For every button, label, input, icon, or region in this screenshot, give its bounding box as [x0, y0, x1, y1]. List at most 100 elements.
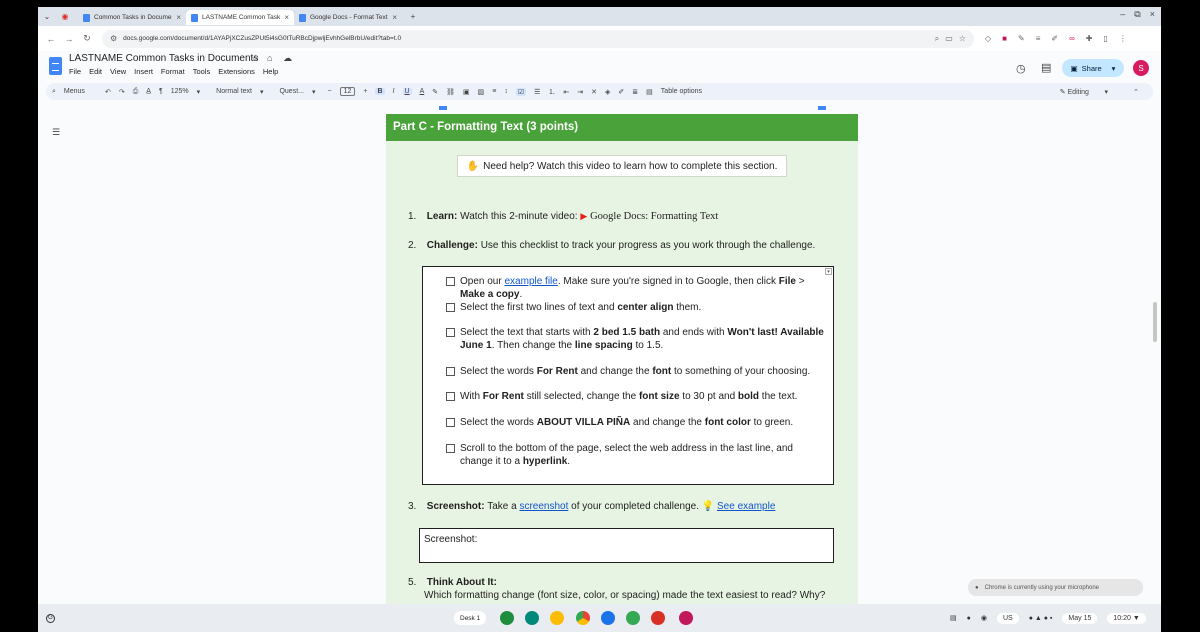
increase-indent-icon[interactable]: ⇥: [577, 88, 583, 96]
insert-image-icon[interactable]: ▨: [478, 88, 485, 96]
table-scroll-icon[interactable]: ▾: [825, 268, 832, 275]
redo-icon[interactable]: ↷: [119, 88, 125, 96]
add-comment-icon[interactable]: ▣: [463, 88, 470, 96]
undo-icon[interactable]: ↶: [105, 88, 111, 96]
underline-button[interactable]: U: [402, 88, 412, 95]
decrease-indent-icon[interactable]: ⇤: [563, 88, 569, 96]
menu-edit[interactable]: Edit: [89, 67, 102, 76]
numbered-list-icon[interactable]: ⒈: [548, 87, 555, 97]
document-page[interactable]: Part C - Formatting Text (3 points) ✋ Ne…: [386, 114, 858, 632]
launcher-icon[interactable]: G: [46, 613, 55, 623]
decrease-font-icon[interactable]: −: [328, 88, 332, 95]
play-store-icon[interactable]: [626, 611, 640, 625]
status-icons[interactable]: ● ▲ ● ▪: [1029, 615, 1053, 622]
extension-pen-icon[interactable]: ✎: [1018, 34, 1025, 43]
back-icon[interactable]: ←: [42, 34, 60, 44]
url-text[interactable]: docs.google.com/document/d/1AYAPjXCZusZP…: [123, 35, 929, 42]
document-title[interactable]: LASTNAME Common Tasks in Documents: [69, 53, 258, 64]
collapse-toolbar-icon[interactable]: ⌃: [1133, 88, 1139, 96]
table-options-button[interactable]: Table options: [661, 88, 702, 95]
bulleted-list-icon[interactable]: ☰: [534, 88, 540, 96]
border-dash-icon[interactable]: ▤: [646, 88, 653, 96]
extension-notes-icon[interactable]: ≡: [1036, 34, 1041, 43]
chevron-down-icon[interactable]: ▾: [312, 88, 316, 96]
close-window-icon[interactable]: ×: [1150, 9, 1155, 20]
avatar[interactable]: S: [1133, 60, 1149, 76]
checkbox[interactable]: [446, 303, 455, 312]
zoom-icon[interactable]: ⌕: [935, 34, 939, 44]
extension-link-icon[interactable]: ∞: [1069, 34, 1075, 43]
time-label[interactable]: 10:20 ▼: [1107, 612, 1146, 624]
checkbox[interactable]: [446, 418, 455, 427]
phone-app-icon[interactable]: [500, 611, 514, 625]
extension-shield-icon[interactable]: ◇: [985, 34, 991, 43]
menu-insert[interactable]: Insert: [134, 67, 153, 76]
video-chip[interactable]: Google Docs: Formatting Text: [590, 211, 718, 222]
microphone-tray-icon[interactable]: ●: [967, 615, 971, 622]
print-icon[interactable]: ⎙: [133, 88, 139, 96]
share-dropdown-icon[interactable]: ▾: [1112, 64, 1116, 73]
status-tray[interactable]: ▤ ● ◉ US ● ▲ ● ▪ May 15 10:20 ▼: [950, 612, 1146, 624]
increase-font-icon[interactable]: +: [363, 88, 367, 95]
version-history-icon[interactable]: ◷: [1016, 62, 1026, 75]
minimize-icon[interactable]: –: [1120, 9, 1125, 20]
italic-button[interactable]: I: [393, 88, 395, 95]
extension-pencil-icon[interactable]: ✐: [1051, 34, 1058, 43]
document-scrollbar[interactable]: [1153, 302, 1157, 342]
border-color-icon[interactable]: ✐: [618, 88, 624, 96]
screenshot-box[interactable]: Screenshot:: [419, 528, 834, 563]
gmail-app-icon[interactable]: [651, 611, 665, 625]
chrome-app-icon[interactable]: [576, 611, 590, 625]
forward-icon[interactable]: →: [60, 34, 78, 44]
extension-color-icon[interactable]: ■: [1002, 34, 1007, 43]
border-width-icon[interactable]: ≣: [632, 88, 638, 96]
clear-formatting-icon[interactable]: ✕: [591, 88, 597, 96]
restore-icon[interactable]: ⧉: [1134, 9, 1140, 20]
checkbox[interactable]: [446, 444, 455, 453]
menu-extensions[interactable]: Extensions: [218, 67, 255, 76]
ruler-left-indent[interactable]: [439, 106, 447, 110]
spellcheck-icon[interactable]: A̲: [146, 88, 151, 95]
docs-logo-icon[interactable]: [49, 57, 62, 75]
tab-search-icon[interactable]: ⌄: [42, 12, 52, 21]
move-folder-icon[interactable]: ⌂: [267, 53, 272, 63]
close-tab-icon[interactable]: ×: [284, 13, 289, 22]
locale-indicator[interactable]: US: [996, 612, 1019, 624]
star-icon[interactable]: ☆: [251, 53, 259, 64]
share-button[interactable]: ▣ Share ▾: [1062, 59, 1124, 77]
menu-tools[interactable]: Tools: [193, 67, 211, 76]
new-tab-icon[interactable]: +: [408, 12, 418, 21]
font-size-input[interactable]: 12: [339, 87, 356, 96]
see-example-link[interactable]: See example: [717, 501, 775, 512]
meet-app-icon[interactable]: [525, 611, 539, 625]
record-icon[interactable]: ◉: [60, 12, 70, 21]
date-label[interactable]: May 15: [1062, 612, 1098, 624]
ruler-right-indent[interactable]: [818, 106, 826, 110]
fill-color-icon[interactable]: ◈: [605, 88, 610, 96]
menu-view[interactable]: View: [110, 67, 126, 76]
menu-format[interactable]: Format: [161, 67, 185, 76]
insert-link-icon[interactable]: ⛓: [446, 88, 455, 96]
screenshot-link[interactable]: screenshot: [519, 501, 568, 512]
record-tray-icon[interactable]: ◉: [981, 614, 987, 622]
site-info-icon[interactable]: ⚙: [110, 34, 117, 43]
checkbox[interactable]: [446, 392, 455, 401]
sidepanel-icon[interactable]: ▯: [1103, 34, 1107, 43]
files-app-icon[interactable]: [601, 611, 615, 625]
text-color-button[interactable]: A: [420, 88, 425, 95]
chevron-down-icon[interactable]: ▾: [197, 88, 201, 96]
example-file-link[interactable]: example file: [504, 276, 557, 287]
line-spacing-icon[interactable]: ↕: [504, 88, 508, 95]
close-tab-icon[interactable]: ×: [392, 13, 397, 22]
keep-app-icon[interactable]: [550, 611, 564, 625]
more-menu-icon[interactable]: ⋮: [1119, 34, 1127, 43]
cloud-status-icon[interactable]: ☁: [283, 53, 292, 64]
zoom-select[interactable]: 125%: [171, 88, 189, 95]
extensions-puzzle-icon[interactable]: ✚: [1086, 34, 1093, 43]
style-select[interactable]: Normal text: [216, 88, 252, 95]
desk-button[interactable]: Desk 1: [454, 611, 487, 625]
tote-icon[interactable]: ▤: [950, 614, 957, 622]
paint-format-icon[interactable]: ¶: [159, 88, 163, 95]
tab-format-text[interactable]: Google Docs - Format Text.do ×: [294, 10, 402, 25]
chevron-down-icon[interactable]: ▾: [260, 88, 264, 96]
